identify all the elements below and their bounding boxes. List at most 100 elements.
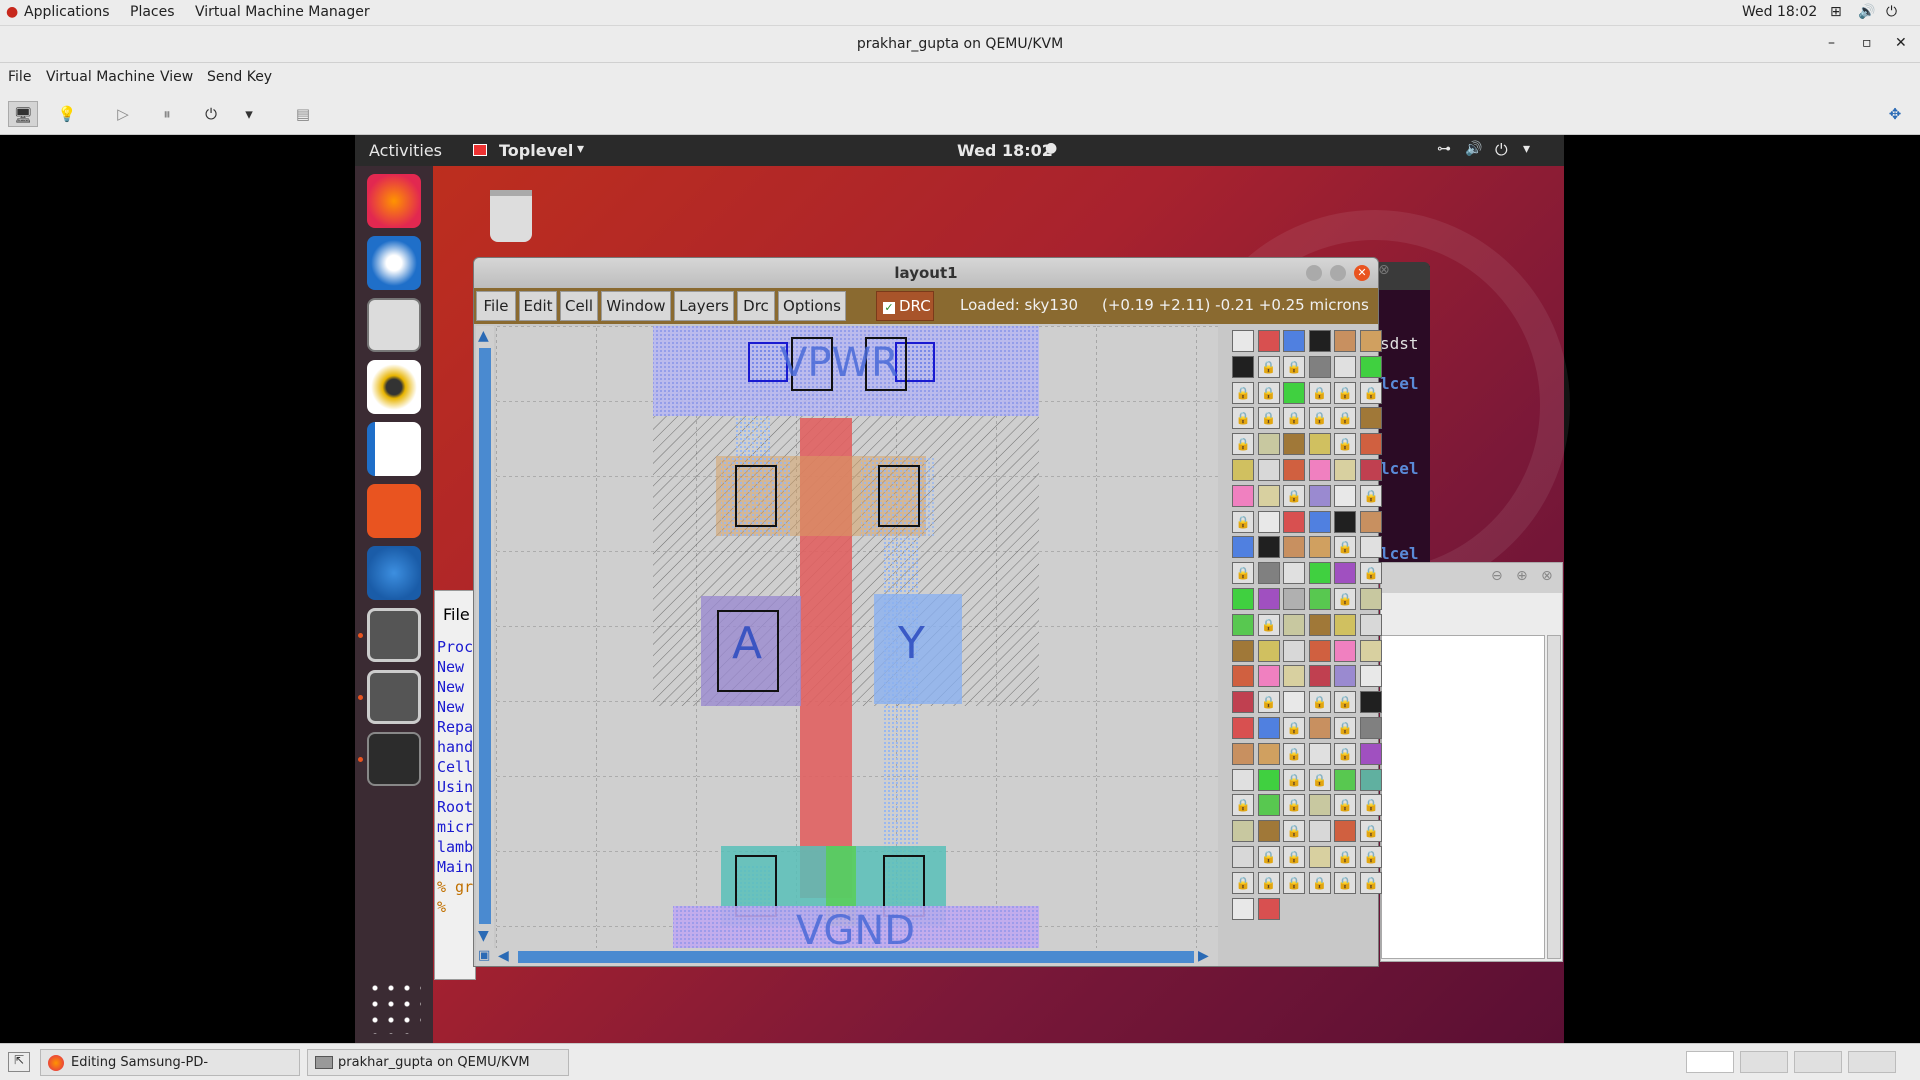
layer-swatch[interactable]	[1257, 768, 1280, 791]
places-menu[interactable]: Places	[130, 4, 175, 20]
layer-swatch[interactable]	[1257, 459, 1280, 481]
close-button[interactable]: ✕	[1354, 265, 1370, 281]
vm-menu-view[interactable]: View	[160, 69, 193, 85]
layer-swatch[interactable]	[1232, 717, 1254, 739]
power-icon[interactable]: ⏻	[1495, 140, 1508, 160]
thunderbird-icon[interactable]	[367, 236, 421, 290]
shutdown-dropdown-icon[interactable]: ▾	[234, 101, 264, 127]
layer-swatch[interactable]	[1360, 433, 1382, 456]
close-icon[interactable]: ⊗	[1541, 568, 1553, 584]
workspace-4[interactable]	[1848, 1051, 1896, 1073]
layer-swatch[interactable]	[1283, 510, 1306, 533]
layer-swatch[interactable]	[1232, 846, 1254, 868]
layer-swatch[interactable]	[1232, 330, 1254, 352]
scroll-down-icon[interactable]: ▼	[478, 928, 489, 944]
magic-menu-cell[interactable]: Cell	[560, 291, 598, 321]
network-icon[interactable]: ⊶	[1437, 141, 1451, 157]
layer-swatch[interactable]	[1308, 459, 1331, 481]
layer-swatch[interactable]	[1360, 742, 1382, 765]
layer-lock-icon[interactable]: 🔒	[1334, 794, 1357, 817]
layer-swatch[interactable]	[1308, 639, 1331, 662]
scrollbar[interactable]	[1547, 635, 1561, 959]
layer-lock-icon[interactable]: 🔒	[1334, 588, 1357, 610]
layer-swatch[interactable]	[1283, 665, 1306, 688]
layer-swatch[interactable]	[1283, 588, 1306, 610]
layer-swatch[interactable]	[1360, 613, 1382, 636]
layer-lock-icon[interactable]: 🔒	[1334, 536, 1357, 559]
fullscreen-icon[interactable]: ✥	[1880, 101, 1910, 127]
maximize-button[interactable]	[1330, 265, 1346, 281]
layer-swatch[interactable]	[1360, 665, 1382, 688]
power-icon[interactable]: ⏻	[1886, 4, 1897, 20]
magic-app-icon[interactable]	[367, 670, 421, 724]
layer-lock-icon[interactable]: 🔒	[1334, 717, 1357, 739]
layer-swatch[interactable]	[1232, 768, 1254, 791]
layer-lock-icon[interactable]: 🔒	[1360, 820, 1382, 843]
taskbar-item-vm[interactable]: prakhar_gupta on QEMU/KVM	[307, 1049, 569, 1076]
layer-swatch[interactable]	[1308, 820, 1331, 843]
layer-lock-icon[interactable]: 🔒	[1232, 433, 1254, 456]
layer-lock-icon[interactable]: 🔒	[1257, 355, 1280, 378]
layer-lock-icon[interactable]: 🔒	[1283, 846, 1306, 868]
layer-swatch[interactable]	[1257, 330, 1280, 352]
layer-lock-icon[interactable]: 🔒	[1334, 871, 1357, 894]
maximize-button[interactable]: ▫	[1862, 35, 1872, 51]
layer-swatch[interactable]	[1308, 588, 1331, 610]
network-icon[interactable]: ⊞	[1830, 4, 1842, 20]
layer-swatch[interactable]	[1360, 536, 1382, 559]
layer-swatch[interactable]	[1257, 562, 1280, 585]
layer-lock-icon[interactable]: 🔒	[1360, 871, 1382, 894]
toplevel-menu[interactable]: Toplevel	[499, 141, 573, 160]
minimize-icon[interactable]: ⊖	[1491, 568, 1503, 584]
layer-swatch[interactable]	[1360, 510, 1382, 533]
layer-swatch[interactable]	[1308, 484, 1331, 507]
layer-swatch[interactable]	[1257, 588, 1280, 610]
vertical-scroll-thumb[interactable]	[479, 348, 491, 924]
layer-swatch[interactable]	[1257, 433, 1280, 456]
files-icon[interactable]	[367, 298, 421, 352]
vm-menu-virtual-machine[interactable]: Virtual Machine	[46, 69, 155, 85]
layout-canvas[interactable]: VPWR A Y VGND	[496, 326, 1218, 948]
rhythmbox-icon[interactable]	[367, 360, 421, 414]
layer-lock-icon[interactable]: 🔒	[1232, 562, 1254, 585]
layer-lock-icon[interactable]: 🔒	[1283, 355, 1306, 378]
layer-lock-icon[interactable]: 🔒	[1360, 846, 1382, 868]
horizontal-scroll-thumb[interactable]	[518, 951, 1194, 963]
layer-swatch[interactable]	[1232, 459, 1254, 481]
layer-swatch[interactable]	[1308, 355, 1331, 378]
layer-swatch[interactable]	[1232, 665, 1254, 688]
layer-lock-icon[interactable]: 🔒	[1308, 407, 1331, 430]
layer-swatch[interactable]	[1257, 536, 1280, 559]
minimize-button[interactable]	[1306, 265, 1322, 281]
help-icon[interactable]	[367, 546, 421, 600]
layer-swatch[interactable]	[1360, 768, 1382, 791]
layer-swatch[interactable]	[1283, 536, 1306, 559]
layer-swatch[interactable]	[1360, 407, 1382, 430]
volume-icon[interactable]: 🔊	[1858, 4, 1875, 20]
layer-swatch[interactable]	[1360, 691, 1382, 714]
software-icon[interactable]	[367, 484, 421, 538]
layer-swatch[interactable]	[1334, 562, 1357, 585]
layer-swatch[interactable]	[1360, 330, 1382, 352]
layer-lock-icon[interactable]: 🔒	[1308, 871, 1331, 894]
layer-swatch[interactable]	[1283, 639, 1306, 662]
layer-lock-icon[interactable]: 🔒	[1257, 691, 1280, 714]
layer-swatch[interactable]	[1334, 510, 1357, 533]
layer-swatch[interactable]	[1232, 897, 1254, 920]
magic-menu-file[interactable]: File	[476, 291, 516, 321]
layer-swatch[interactable]	[1308, 433, 1331, 456]
layer-swatch[interactable]	[1283, 562, 1306, 585]
layer-swatch[interactable]	[1308, 717, 1331, 739]
layer-palette[interactable]: 🔒 🔒 🔒 🔒 🔒 🔒 🔒 🔒 🔒 🔒 🔒 🔒 🔒 🔒 🔒 🔒 🔒 🔒 🔒 🔒 🔒 🔒 🔒 🔒 🔒 🔒 🔒 🔒 🔒 🔒 🔒 🔒 🔒 🔒 🔒 🔒 🔒 🔒 🔒 🔒…	[1226, 326, 1382, 926]
layer-swatch[interactable]	[1334, 665, 1357, 688]
layer-lock-icon[interactable]: 🔒	[1308, 768, 1331, 791]
layer-swatch[interactable]	[1283, 613, 1306, 636]
layer-swatch[interactable]	[1308, 536, 1331, 559]
workspace-3[interactable]	[1794, 1051, 1842, 1073]
guest-clock[interactable]: Wed 18:02	[957, 141, 1053, 160]
layer-swatch[interactable]	[1232, 613, 1254, 636]
maximize-icon[interactable]: ⊕	[1516, 568, 1528, 584]
layer-lock-icon[interactable]: 🔒	[1257, 381, 1280, 404]
layer-lock-icon[interactable]: 🔒	[1360, 484, 1382, 507]
layer-lock-icon[interactable]: 🔒	[1232, 871, 1254, 894]
